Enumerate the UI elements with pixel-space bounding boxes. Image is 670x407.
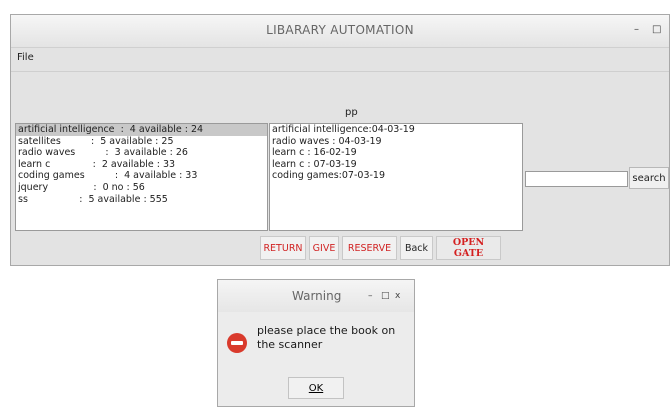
list-item[interactable]: artificial intelligence:04-03-19 (270, 124, 522, 136)
open-gate-button[interactable]: OPEN GATE (436, 236, 501, 260)
menu-file[interactable]: File (17, 52, 34, 63)
list-item[interactable]: coding games : 4 available : 33 (16, 170, 267, 182)
books-listbox[interactable]: artificial intelligence : 4 available : … (15, 123, 268, 231)
return-button[interactable]: RETURN (260, 236, 306, 260)
minimize-icon[interactable]: – (634, 24, 639, 35)
list-item[interactable]: learn c : 2 available : 33 (16, 159, 267, 171)
list-item[interactable]: artificial intelligence : 4 available : … (16, 124, 267, 136)
list-item[interactable]: radio waves : 3 available : 26 (16, 147, 267, 159)
list-item[interactable]: coding games:07-03-19 (270, 170, 522, 182)
list-item[interactable]: satellites : 5 available : 25 (16, 136, 267, 148)
search-button[interactable]: search (629, 167, 669, 189)
title-bar[interactable]: LIBARARY AUTOMATION – □ (11, 15, 669, 48)
list-item[interactable]: ss : 5 available : 555 (16, 194, 267, 206)
list-item[interactable]: learn c : 16-02-19 (270, 147, 522, 159)
dialog-title: Warning (292, 289, 342, 303)
warning-dialog: Warning – □ x please place the book on t… (217, 279, 415, 407)
list-item[interactable]: radio waves : 04-03-19 (270, 136, 522, 148)
ok-button[interactable]: OK (288, 377, 344, 399)
maximize-icon[interactable]: □ (652, 24, 661, 35)
list-item[interactable]: jquery : 0 no : 56 (16, 182, 267, 194)
pp-label: pp (345, 107, 358, 118)
dialog-maximize-icon[interactable]: □ (381, 291, 390, 301)
reserve-button[interactable]: RESERVE (342, 236, 397, 260)
warning-icon (227, 333, 247, 353)
main-window: LIBARARY AUTOMATION – □ File pp artifici… (10, 14, 670, 266)
menu-bar: File (11, 47, 669, 72)
list-item[interactable]: learn c : 07-03-19 (270, 159, 522, 171)
dates-listbox[interactable]: artificial intelligence:04-03-19 radio wa… (269, 123, 523, 231)
dialog-title-bar[interactable]: Warning – □ x (218, 280, 414, 312)
dialog-close-icon[interactable]: x (395, 291, 400, 301)
window-title: LIBARARY AUTOMATION (266, 23, 414, 37)
search-input[interactable] (525, 171, 628, 187)
dialog-minimize-icon[interactable]: – (368, 291, 373, 301)
give-button[interactable]: GIVE (309, 236, 339, 260)
dialog-message: please place the book on the scanner (257, 324, 396, 351)
back-button[interactable]: Back (400, 236, 433, 260)
